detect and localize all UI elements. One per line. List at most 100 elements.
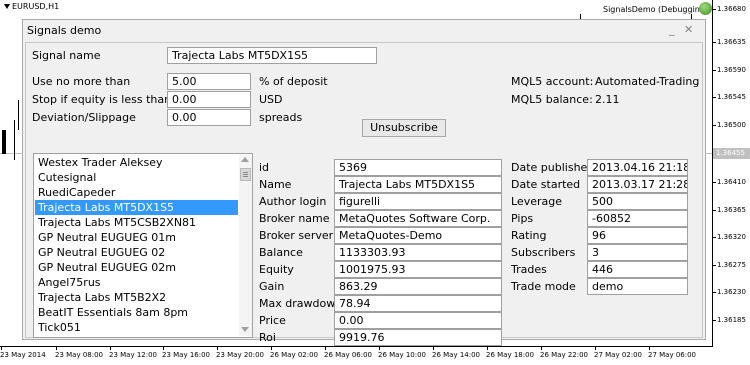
time-axis-tick [487, 347, 488, 350]
dialog-title: Signals demo [27, 24, 102, 37]
detail-label: Broker server [259, 229, 334, 242]
detail-label: Date published [511, 161, 595, 174]
time-axis-tick [217, 347, 218, 350]
scroll-down-arrow-icon[interactable] [241, 327, 249, 332]
time-axis-tick [595, 347, 596, 350]
detail-label: Price [259, 314, 286, 327]
price-axis-label: 1.36590 [717, 66, 746, 74]
time-axis-tick [649, 347, 650, 350]
list-item[interactable]: Tick051 [35, 320, 238, 335]
time-axis-label: 26 May 22:00 [540, 351, 589, 359]
dropdown-triangle-icon [4, 4, 10, 9]
time-axis-tick [163, 347, 164, 350]
detail-label: Leverage [511, 195, 562, 208]
detail-value-field[interactable]: 2013.04.16 21:18 [587, 159, 688, 176]
detail-value-field[interactable]: 96 [587, 227, 688, 244]
time-axis-label: 23 May 2014 [0, 351, 46, 359]
detail-label: Trade mode [511, 280, 576, 293]
detail-label: Date started [511, 178, 581, 191]
thumb-grip [243, 172, 248, 173]
time-axis-label: 23 May 12:00 [109, 351, 158, 359]
price-axis-tick [712, 97, 716, 98]
current-price-tag: 1.36455 [713, 148, 750, 159]
detail-label: Equity [259, 263, 294, 276]
detail-value-field[interactable]: 446 [587, 261, 688, 278]
detail-label: Broker name [259, 212, 330, 225]
detail-value-field[interactable]: Trajecta Labs MT5DX1S5 [334, 176, 502, 193]
stop-if-equity-field[interactable]: 0.00 [167, 91, 251, 108]
time-axis-tick [56, 347, 57, 350]
chart-symbol: EURUSD,H1 [4, 2, 59, 11]
deviation-unit: spreads [259, 111, 303, 124]
price-axis-label: 1.36545 [717, 93, 746, 101]
list-item[interactable]: Trajecta Labs MT5CSB2XN81 [35, 215, 238, 230]
time-axis-label: 26 May 06:00 [324, 351, 373, 359]
detail-value-field[interactable]: 500 [587, 193, 688, 210]
signals-list[interactable]: Westex Trader Aleksey Cutesignal RuediCape… [33, 153, 253, 338]
scroll-thumb[interactable] [240, 168, 251, 181]
detail-label: Name [259, 178, 292, 191]
symbol-label: EURUSD,H1 [12, 2, 60, 11]
minimize-button[interactable]: _ [669, 23, 675, 36]
list-item[interactable]: GP Neutral EUGUEG 01m [35, 230, 238, 245]
detail-value-field[interactable]: 2013.03.17 21:28 [587, 176, 688, 193]
price-axis-tick [712, 182, 716, 183]
chart-candle [2, 130, 6, 154]
list-item[interactable]: GP Neutral EUGUEG 02 [35, 245, 238, 260]
deviation-field[interactable]: 0.00 [167, 109, 251, 126]
detail-value-field[interactable]: 3 [587, 244, 688, 261]
chart-bar [14, 120, 15, 160]
dialog-caption[interactable]: Signals demo _ ✕ [23, 20, 705, 41]
time-axis-label: 26 May 10:00 [378, 351, 427, 359]
signal-name-label: Signal name [32, 49, 101, 62]
mql5-balance-value: 2.11 [595, 93, 620, 106]
time-axis-label: 23 May 20:00 [216, 351, 265, 359]
price-axis-tick [712, 210, 716, 211]
detail-value-field[interactable]: MetaQuotes-Demo [334, 227, 502, 244]
detail-value-field[interactable]: figurelli [334, 193, 502, 210]
detail-label: Subscribers [511, 246, 576, 259]
detail-value-field[interactable]: 5369 [334, 159, 502, 176]
detail-value-field[interactable]: 9919.76 [334, 329, 502, 346]
detail-value-field[interactable]: 863.29 [334, 278, 502, 295]
price-axis-label: 1.36185 [717, 316, 746, 324]
scroll-up-arrow-icon[interactable] [241, 157, 249, 162]
list-item-selected[interactable]: Trajecta Labs MT5DX1S5 [35, 200, 238, 215]
list-item[interactable]: Westex Trader Aleksey [35, 155, 238, 170]
signal-name-field[interactable]: Trajecta Labs MT5DX1S5 [167, 47, 377, 64]
stop-if-equity-label: Stop if equity is less than [32, 93, 172, 106]
time-axis-tick [541, 347, 542, 350]
detail-label: Roi [259, 331, 276, 344]
list-item[interactable]: BeatIT Essentials 8am 8pm [35, 305, 238, 320]
list-item[interactable]: Trajecta Labs MT5B2X2 [35, 290, 238, 305]
detail-value-field[interactable]: 1001975.93 [334, 261, 502, 278]
price-axis-tick [712, 265, 716, 266]
detail-value-field[interactable]: demo [587, 278, 688, 295]
use-no-more-unit: % of deposit [259, 75, 328, 88]
use-no-more-label: Use no more than [32, 75, 131, 88]
detail-value-field[interactable]: 0.00 [334, 312, 502, 329]
list-item[interactable]: Angel75rus [35, 275, 238, 290]
time-axis-tick [325, 347, 326, 350]
stop-if-equity-unit: USD [259, 93, 283, 106]
price-axis-tick [712, 237, 716, 238]
detail-value-field[interactable]: 78.94 [334, 295, 502, 312]
unsubscribe-button[interactable]: Unsubscribe [362, 119, 446, 137]
close-button[interactable]: ✕ [684, 23, 693, 36]
list-item[interactable]: Cutesignal [35, 170, 238, 185]
detail-value-field[interactable]: -60852 [587, 210, 688, 227]
time-axis-label: 27 May 02:00 [594, 351, 643, 359]
expert-smiley-icon[interactable] [699, 2, 712, 15]
price-axis-label: 1.36365 [717, 206, 746, 214]
detail-value-field[interactable]: 1133303.93 [334, 244, 502, 261]
price-axis [712, 0, 713, 347]
expert-advisor-label: SignalsDemo (Debugging) [603, 5, 709, 14]
list-item[interactable]: GP Neutral EUGUEG 02m [35, 260, 238, 275]
list-scrollbar[interactable] [239, 155, 252, 336]
chart-bar [18, 100, 19, 130]
detail-value-field[interactable]: MetaQuotes Software Corp. [334, 210, 502, 227]
deviation-label: Deviation/Slippage [32, 111, 136, 124]
use-no-more-field[interactable]: 5.00 [167, 73, 251, 90]
detail-label: Pips [511, 212, 534, 225]
list-item[interactable]: RuediCapeder [35, 185, 238, 200]
